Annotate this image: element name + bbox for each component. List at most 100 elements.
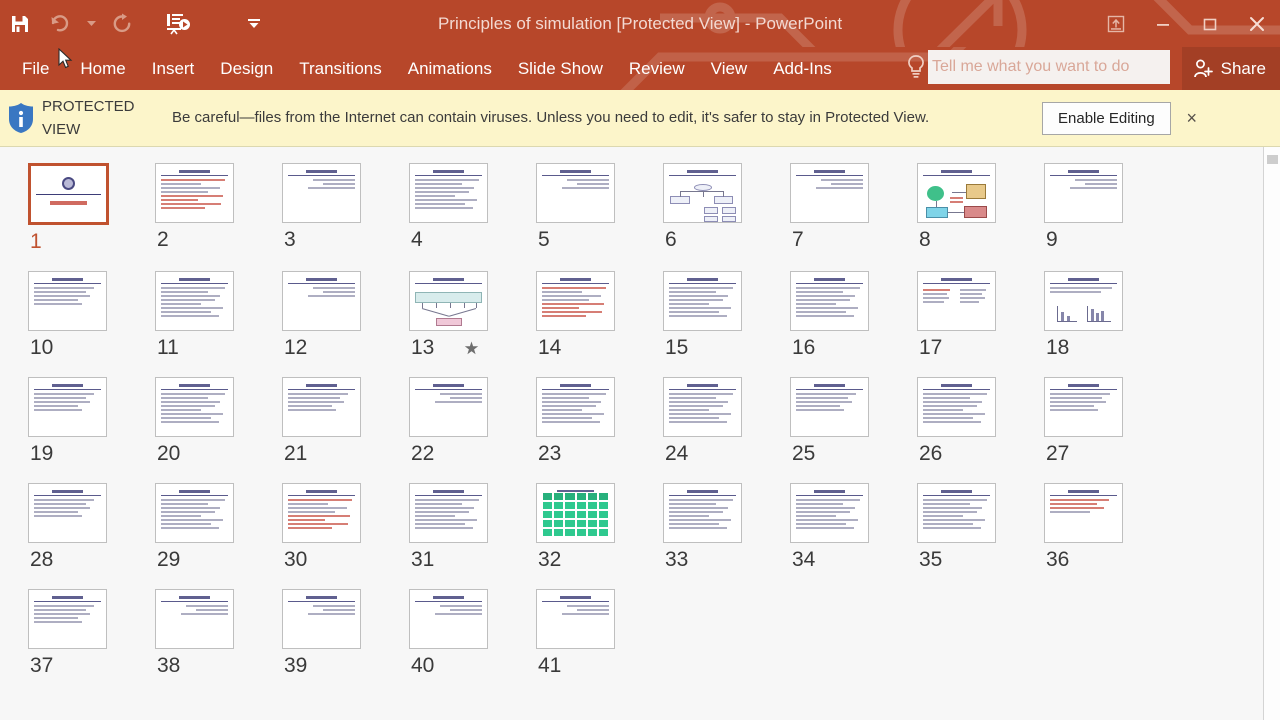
menu-item-transitions[interactable]: Transitions <box>286 47 395 90</box>
slide-thumbnail-3[interactable]: 3 <box>254 163 381 253</box>
slide-thumbnail-4[interactable]: 4 <box>381 163 508 253</box>
window-controls[interactable] <box>1092 0 1280 47</box>
slide-thumbnail-40[interactable]: 40 <box>381 589 508 677</box>
slide-thumbnail-37[interactable]: 37 <box>0 589 127 677</box>
slide-preview[interactable] <box>917 271 996 331</box>
slide-thumbnail-13[interactable]: 13 <box>381 271 508 359</box>
slide-preview[interactable] <box>1044 377 1123 437</box>
slide-thumbnail-30[interactable]: 30 <box>254 483 381 571</box>
slide-preview[interactable] <box>790 377 869 437</box>
slide-preview[interactable] <box>663 483 742 543</box>
slide-preview[interactable] <box>536 377 615 437</box>
slide-preview[interactable] <box>536 483 615 543</box>
slide-thumbnail-25[interactable]: 25 <box>762 377 889 465</box>
slide-preview[interactable] <box>155 589 234 649</box>
slide-preview[interactable] <box>282 589 361 649</box>
slide-thumbnail-24[interactable]: 24 <box>635 377 762 465</box>
slide-preview[interactable] <box>663 271 742 331</box>
slide-preview[interactable] <box>1044 271 1123 331</box>
slide-preview[interactable] <box>409 271 488 331</box>
menu-item-add-ins[interactable]: Add-Ins <box>760 47 845 90</box>
slide-preview[interactable] <box>155 271 234 331</box>
restore-icon[interactable] <box>1186 0 1233 47</box>
slide-thumbnail-7[interactable]: 7 <box>762 163 889 253</box>
slide-preview[interactable] <box>28 377 107 437</box>
vertical-scrollbar[interactable] <box>1263 147 1280 720</box>
menu-item-file[interactable]: File <box>0 47 67 90</box>
dismiss-protected-view-icon[interactable]: × <box>1181 108 1203 129</box>
scrollbar-thumb[interactable] <box>1267 155 1278 164</box>
slide-preview[interactable] <box>1044 163 1123 223</box>
slide-thumbnail-29[interactable]: 29 <box>127 483 254 571</box>
slide-thumbnail-8[interactable]: 8 <box>889 163 1016 253</box>
slide-preview[interactable] <box>663 377 742 437</box>
slide-thumbnail-19[interactable]: 19 <box>0 377 127 465</box>
undo-dropdown-icon[interactable] <box>80 4 102 44</box>
slide-preview[interactable] <box>536 271 615 331</box>
slide-preview[interactable] <box>28 271 107 331</box>
slide-thumbnail-14[interactable]: 14 <box>508 271 635 359</box>
slide-thumbnail-27[interactable]: 27 <box>1016 377 1143 465</box>
slide-thumbnail-41[interactable]: 41 <box>508 589 635 677</box>
slide-preview[interactable] <box>282 483 361 543</box>
menu-item-review[interactable]: Review <box>616 47 698 90</box>
slide-preview[interactable] <box>536 163 615 223</box>
slide-preview[interactable] <box>536 589 615 649</box>
menu-item-home[interactable]: Home <box>67 47 138 90</box>
slide-thumbnail-9[interactable]: 9 <box>1016 163 1143 253</box>
animation-star-icon[interactable] <box>464 341 479 356</box>
start-slideshow-icon[interactable] <box>158 4 198 44</box>
slide-preview[interactable] <box>790 271 869 331</box>
slide-thumbnail-12[interactable]: 12 <box>254 271 381 359</box>
slide-preview[interactable] <box>790 163 869 223</box>
enable-editing-button[interactable]: Enable Editing <box>1042 101 1171 135</box>
slide-preview[interactable] <box>917 163 996 223</box>
slide-preview[interactable] <box>155 377 234 437</box>
slide-thumbnail-31[interactable]: 31 <box>381 483 508 571</box>
save-icon[interactable] <box>0 4 40 44</box>
quick-access-toolbar[interactable] <box>0 0 265 47</box>
slide-thumbnail-22[interactable]: 22 <box>381 377 508 465</box>
slide-thumbnail-11[interactable]: 11 <box>127 271 254 359</box>
slide-thumbnail-20[interactable]: 20 <box>127 377 254 465</box>
redo-icon[interactable] <box>102 4 142 44</box>
slide-preview[interactable] <box>282 163 361 223</box>
slide-thumbnail-33[interactable]: 33 <box>635 483 762 571</box>
menu-item-slide-show[interactable]: Slide Show <box>505 47 616 90</box>
slide-thumbnail-23[interactable]: 23 <box>508 377 635 465</box>
share-button[interactable]: Share <box>1181 47 1280 90</box>
slide-thumbnail-38[interactable]: 38 <box>127 589 254 677</box>
slide-thumbnail-2[interactable]: 2 <box>127 163 254 253</box>
slide-preview[interactable] <box>282 271 361 331</box>
tell-me-search-box[interactable]: Tell me what you want to do <box>928 50 1170 84</box>
slide-preview[interactable] <box>409 483 488 543</box>
slide-thumbnail-6[interactable]: 6 <box>635 163 762 253</box>
slide-preview[interactable] <box>28 163 109 225</box>
minimize-icon[interactable] <box>1139 0 1186 47</box>
slide-preview[interactable] <box>1044 483 1123 543</box>
slide-preview[interactable] <box>282 377 361 437</box>
slide-thumbnail-21[interactable]: 21 <box>254 377 381 465</box>
slide-preview[interactable] <box>409 589 488 649</box>
slide-thumbnail-10[interactable]: 10 <box>0 271 127 359</box>
slide-thumbnail-35[interactable]: 35 <box>889 483 1016 571</box>
customize-qat-icon[interactable] <box>243 4 265 44</box>
slide-thumbnail-36[interactable]: 36 <box>1016 483 1143 571</box>
close-icon[interactable] <box>1233 0 1280 47</box>
slide-preview[interactable] <box>155 483 234 543</box>
slide-thumbnail-18[interactable]: 18 <box>1016 271 1143 359</box>
slide-thumbnail-15[interactable]: 15 <box>635 271 762 359</box>
slide-preview[interactable] <box>409 377 488 437</box>
slide-thumbnail-17[interactable]: 17 <box>889 271 1016 359</box>
slide-preview[interactable] <box>28 483 107 543</box>
ribbon-display-options-icon[interactable] <box>1092 0 1139 47</box>
slide-thumbnail-39[interactable]: 39 <box>254 589 381 677</box>
slide-thumbnail-1[interactable]: 1 <box>0 163 127 253</box>
slide-thumbnail-26[interactable]: 26 <box>889 377 1016 465</box>
slide-preview[interactable] <box>28 589 107 649</box>
slide-thumbnail-32[interactable]: 32 <box>508 483 635 571</box>
slide-thumbnail-34[interactable]: 34 <box>762 483 889 571</box>
slide-preview[interactable] <box>409 163 488 223</box>
menu-item-design[interactable]: Design <box>207 47 286 90</box>
slide-preview[interactable] <box>155 163 234 223</box>
